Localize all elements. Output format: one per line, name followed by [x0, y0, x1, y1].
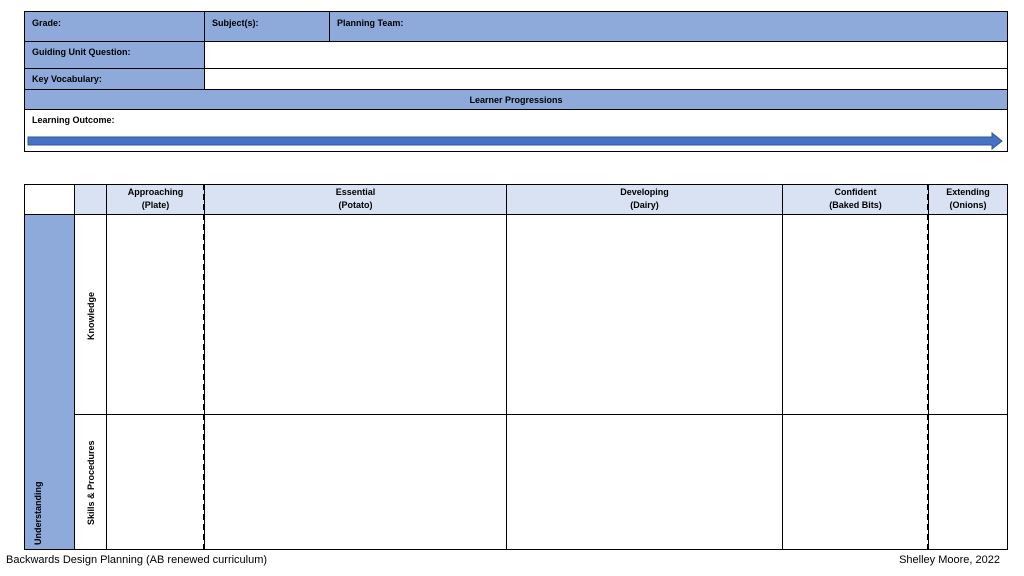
- key-vocabulary-label: Key Vocabulary:: [32, 74, 102, 84]
- column-title: Extending: [946, 187, 990, 197]
- column-header-approaching: Approaching (Plate): [106, 184, 205, 215]
- column-header-confident: Confident (Baked Bits): [782, 184, 929, 215]
- dashed-divider-right: [927, 184, 929, 550]
- column-title: Developing: [620, 187, 669, 197]
- cell-knowledge-approaching[interactable]: [106, 214, 205, 415]
- column-title: Confident: [834, 187, 877, 197]
- column-header-essential: Essential (Potato): [204, 184, 507, 215]
- row-label-knowledge-cell: Knowledge: [74, 214, 107, 415]
- cell-skills-extending[interactable]: [928, 414, 1008, 550]
- subject-cell[interactable]: Subject(s):: [204, 11, 330, 42]
- guiding-question-field[interactable]: [204, 41, 1008, 69]
- planning-team-label: Planning Team:: [337, 18, 404, 28]
- learning-outcome-field[interactable]: Learning Outcome:: [24, 109, 1008, 152]
- key-vocabulary-label-cell: Key Vocabulary:: [24, 68, 205, 90]
- cell-knowledge-confident[interactable]: [782, 214, 929, 415]
- column-subtitle: (Onions): [949, 200, 987, 210]
- column-subtitle: (Baked Bits): [829, 200, 882, 210]
- planning-team-cell[interactable]: Planning Team:: [329, 11, 1008, 42]
- column-title: Approaching: [127, 187, 184, 197]
- cell-knowledge-extending[interactable]: [928, 214, 1008, 415]
- skills-procedures-label: Skills & Procedures: [86, 440, 96, 525]
- footer-credit: Shelley Moore, 2022: [899, 554, 1000, 566]
- grid-corner-cell-2: [74, 184, 107, 215]
- dashed-divider-left: [203, 184, 205, 550]
- learning-outcome-label: Learning Outcome:: [32, 115, 115, 125]
- cell-skills-essential[interactable]: [204, 414, 507, 550]
- grade-label: Grade:: [32, 18, 62, 28]
- cell-knowledge-developing[interactable]: [506, 214, 783, 415]
- cell-knowledge-essential[interactable]: [204, 214, 507, 415]
- knowledge-label: Knowledge: [86, 291, 96, 340]
- progression-arrow-icon: [27, 132, 1003, 150]
- subject-label: Subject(s):: [212, 18, 259, 28]
- footer-title: Backwards Design Planning (AB renewed cu…: [6, 554, 268, 566]
- learner-progressions-label: Learner Progressions: [469, 95, 563, 105]
- cell-skills-approaching[interactable]: [106, 414, 205, 550]
- column-subtitle: (Plate): [141, 200, 170, 210]
- understanding-group-cell: Understanding: [24, 214, 75, 550]
- understanding-label: Understanding: [33, 481, 43, 545]
- cell-skills-confident[interactable]: [782, 414, 929, 550]
- key-vocabulary-field[interactable]: [204, 68, 1008, 90]
- grade-cell[interactable]: Grade:: [24, 11, 205, 42]
- column-title: Essential: [335, 187, 376, 197]
- cell-skills-developing[interactable]: [506, 414, 783, 550]
- column-header-extending: Extending (Onions): [928, 184, 1008, 215]
- learner-progressions-header: Learner Progressions: [24, 89, 1008, 110]
- column-header-developing: Developing (Dairy): [506, 184, 783, 215]
- guiding-question-label: Guiding Unit Question:: [32, 47, 131, 57]
- guiding-question-label-cell: Guiding Unit Question:: [24, 41, 205, 69]
- grid-corner-cell: [24, 184, 75, 215]
- column-subtitle: (Dairy): [630, 200, 659, 210]
- column-subtitle: (Potato): [338, 200, 373, 210]
- row-label-skills-cell: Skills & Procedures: [74, 414, 107, 550]
